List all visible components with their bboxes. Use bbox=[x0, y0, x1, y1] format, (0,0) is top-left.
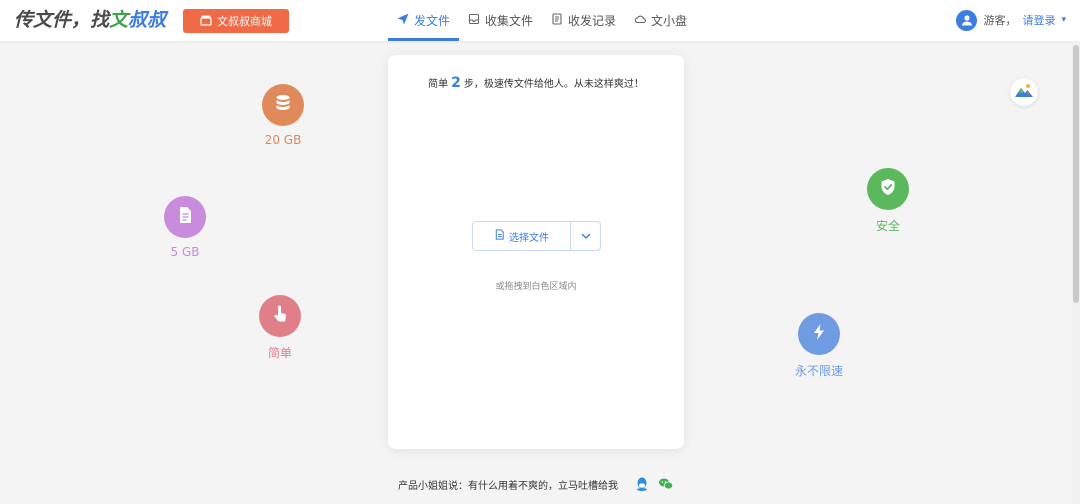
lightning-icon bbox=[809, 322, 829, 346]
tab-label: 文小盘 bbox=[651, 14, 688, 28]
tab-label: 收发记录 bbox=[568, 14, 617, 28]
inbox-icon bbox=[468, 13, 480, 28]
tab-send-file[interactable]: 发文件 bbox=[388, 0, 460, 41]
document-icon bbox=[175, 205, 195, 229]
chevron-down-icon bbox=[580, 227, 592, 246]
record-icon bbox=[551, 13, 563, 28]
brand-logo[interactable]: 传文件，找文叔叔 bbox=[14, 8, 166, 32]
feature-easy: 简单 bbox=[259, 295, 301, 361]
tagline: 简单 2 步，极速传文件给他人。从未这样爽过！ bbox=[388, 75, 684, 91]
tagline-prefix: 简单 bbox=[428, 79, 449, 90]
feature-easy-label: 简单 bbox=[267, 346, 292, 360]
scrollbar-thumb[interactable] bbox=[1073, 45, 1079, 303]
brand-text-prefix: 传文件，找 bbox=[14, 9, 110, 31]
drop-hint: 或拖拽到白色区域内 bbox=[495, 282, 577, 292]
paper-plane-icon bbox=[397, 13, 409, 28]
store-button[interactable]: 文叔叔商城 bbox=[183, 9, 289, 33]
feedback-footer: 产品小姐姐说：有什么用着不爽的，立马吐槽给我 bbox=[398, 474, 674, 494]
qq-icon[interactable] bbox=[634, 476, 650, 492]
feature-safe-label: 安全 bbox=[875, 219, 900, 233]
feature-speed-circle bbox=[798, 313, 840, 355]
user-area: 游客， 请登录 ▾ bbox=[956, 9, 1066, 31]
avatar-icon[interactable] bbox=[956, 9, 978, 31]
file-icon bbox=[494, 229, 505, 243]
feature-safe-circle bbox=[867, 168, 909, 210]
mountain-image-icon bbox=[1014, 80, 1034, 104]
feature-doc-circle bbox=[164, 196, 206, 238]
tab-cloud-disk[interactable]: 文小盘 bbox=[625, 0, 696, 41]
shield-check-icon bbox=[878, 177, 898, 201]
feature-speed: 永不限速 bbox=[795, 313, 843, 379]
feature-safe: 安全 bbox=[867, 168, 909, 234]
cloud-disk-icon bbox=[634, 13, 646, 28]
select-file-dropdown[interactable] bbox=[571, 222, 600, 250]
feature-storage-circle bbox=[262, 84, 304, 126]
select-file-group: 选择文件 bbox=[472, 221, 601, 251]
feature-storage: 20 GB bbox=[262, 84, 304, 147]
tab-collect-file[interactable]: 收集文件 bbox=[459, 0, 542, 41]
store-icon bbox=[200, 14, 212, 29]
feature-doc: 5 GB bbox=[164, 196, 206, 259]
tap-hand-icon bbox=[270, 304, 290, 328]
tagline-step-count: 2 bbox=[451, 75, 461, 91]
image-button[interactable] bbox=[1010, 78, 1038, 106]
brand-text-shushu: 叔叔 bbox=[128, 9, 167, 31]
page-scrollbar[interactable] bbox=[1072, 41, 1080, 504]
feature-doc-label: 5 GB bbox=[170, 245, 200, 259]
top-header: 传文件，找文叔叔 文叔叔商城 发文件 收集文件 收发记录 文小盘 游客， 请登录… bbox=[0, 0, 1080, 41]
store-button-label: 文叔叔商城 bbox=[217, 15, 272, 28]
feature-speed-label: 永不限速 bbox=[795, 364, 844, 378]
wechat-icon[interactable] bbox=[658, 476, 674, 492]
feature-easy-circle bbox=[259, 295, 301, 337]
tab-label: 收集文件 bbox=[485, 14, 534, 28]
feature-storage-label: 20 GB bbox=[264, 133, 302, 147]
upload-card[interactable]: 简单 2 步，极速传文件给他人。从未这样爽过！ 选择文件 或拖拽到白色区域内 bbox=[388, 55, 684, 449]
tab-records[interactable]: 收发记录 bbox=[542, 0, 625, 41]
guest-label: 游客， bbox=[983, 14, 1017, 27]
brand-text-wen: 文 bbox=[109, 9, 129, 31]
login-link[interactable]: 请登录 bbox=[1022, 12, 1055, 28]
main-nav: 发文件 收集文件 收发记录 文小盘 bbox=[388, 0, 696, 41]
select-file-label: 选择文件 bbox=[509, 232, 549, 244]
chevron-down-icon[interactable]: ▾ bbox=[1061, 15, 1066, 25]
feedback-text: 产品小姐姐说：有什么用着不爽的，立马吐槽给我 bbox=[398, 480, 618, 492]
tab-label: 发文件 bbox=[414, 14, 451, 28]
select-file-button[interactable]: 选择文件 bbox=[473, 222, 571, 250]
tagline-suffix: 步，极速传文件给他人。从未这样爽过！ bbox=[463, 79, 644, 90]
database-icon bbox=[273, 93, 293, 117]
